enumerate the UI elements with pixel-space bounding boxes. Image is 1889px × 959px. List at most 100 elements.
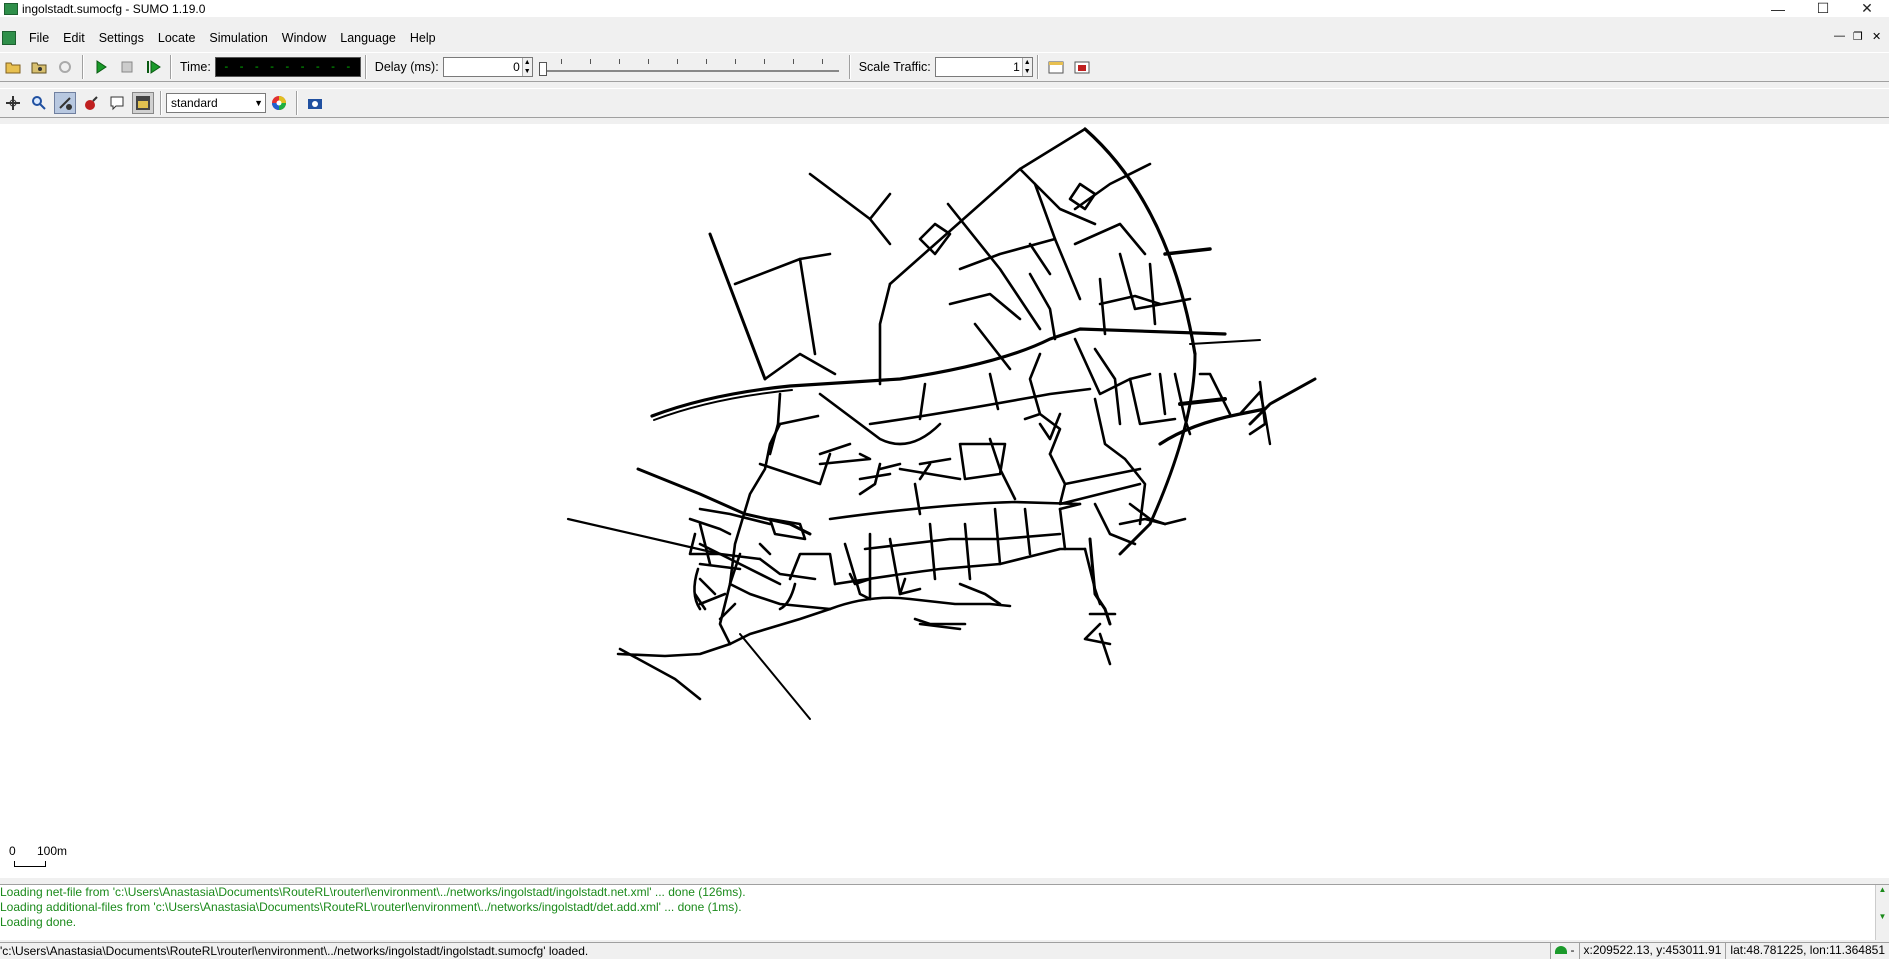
scale-spin-arrows-icon[interactable]: ▲ ▼ bbox=[1021, 58, 1032, 76]
run-icon[interactable] bbox=[90, 56, 112, 78]
road-edge bbox=[798, 257, 817, 356]
delay-slider-thumb[interactable] bbox=[538, 62, 547, 76]
road-edge bbox=[1093, 502, 1137, 546]
road-edge bbox=[688, 517, 732, 536]
road-edge bbox=[878, 282, 892, 386]
road-edge bbox=[828, 500, 1082, 521]
view-scheme-select[interactable]: standard ▼ bbox=[166, 93, 266, 113]
road-edge bbox=[1258, 390, 1272, 446]
road-edge bbox=[828, 596, 1012, 611]
delay-input[interactable] bbox=[443, 58, 522, 76]
delay-label: Delay (ms): bbox=[374, 60, 439, 74]
open-network-icon[interactable] bbox=[28, 56, 50, 78]
road-edge bbox=[1098, 632, 1112, 666]
message-log[interactable]: Loading net-file from 'c:\Users\Anastasi… bbox=[0, 884, 1889, 940]
road-edge bbox=[708, 232, 767, 381]
menu-locate[interactable]: Locate bbox=[151, 28, 203, 48]
road-edge bbox=[1158, 372, 1167, 416]
sumo-app-icon bbox=[4, 2, 18, 15]
maximize-button[interactable]: ☐ bbox=[1806, 0, 1840, 17]
color-wheel-icon[interactable] bbox=[268, 92, 290, 114]
road-edge bbox=[843, 542, 872, 601]
road-edge bbox=[888, 537, 902, 596]
scale-zero-label: 0 bbox=[9, 844, 16, 858]
open-folder-icon[interactable] bbox=[2, 56, 24, 78]
time-label: Time: bbox=[180, 60, 211, 74]
minimize-button[interactable]: — bbox=[1761, 0, 1795, 17]
road-edge bbox=[818, 442, 852, 456]
menu-help[interactable]: Help bbox=[403, 28, 443, 48]
road-edge bbox=[1098, 277, 1107, 336]
chevron-down-icon[interactable]: ▼ bbox=[254, 98, 263, 108]
road-edge bbox=[1028, 352, 1062, 456]
scale-traffic-input[interactable] bbox=[935, 58, 1022, 76]
log-scrollbar[interactable]: ▲ ▼ bbox=[1875, 885, 1889, 940]
road-edge bbox=[1028, 242, 1052, 276]
main-arterial bbox=[650, 327, 1227, 418]
recenter-icon[interactable] bbox=[2, 92, 24, 114]
road-edge bbox=[868, 217, 892, 246]
log-line: Loading done. bbox=[0, 915, 77, 929]
log-line: Loading net-file from 'c:\Users\Anastasi… bbox=[0, 885, 746, 899]
road-edge bbox=[698, 592, 727, 606]
road-edge bbox=[1018, 167, 1097, 226]
road-edge bbox=[1198, 372, 1232, 416]
zoom-icon[interactable] bbox=[28, 92, 50, 114]
road-edge bbox=[698, 562, 742, 571]
latlon-coordinates: lat:48.781225, lon:11.364851 bbox=[1725, 942, 1889, 959]
menu-language[interactable]: Language bbox=[333, 28, 403, 48]
view-toolbar: standard ▼ bbox=[0, 88, 1889, 118]
menu-window[interactable]: Window bbox=[275, 28, 333, 48]
menu-edit[interactable]: Edit bbox=[56, 28, 92, 48]
menu-settings[interactable]: Settings bbox=[92, 28, 151, 48]
mdi-minimize-button[interactable]: — bbox=[1834, 30, 1845, 42]
time-display: - - - - - - - - - - - - - - bbox=[214, 57, 361, 77]
road-edge bbox=[946, 202, 1042, 331]
mdi-restore-button[interactable]: ❐ bbox=[1853, 30, 1863, 43]
delay-spin-arrows-icon[interactable]: ▲ ▼ bbox=[521, 58, 532, 76]
menu-file[interactable]: File bbox=[22, 28, 56, 48]
screenshot-camera-icon[interactable] bbox=[304, 92, 326, 114]
road-edge bbox=[808, 172, 892, 221]
stop-icon[interactable] bbox=[116, 56, 138, 78]
step-icon[interactable] bbox=[142, 56, 164, 78]
road-edge bbox=[918, 222, 952, 256]
log-line: Loading additional-files from 'c:\Users\… bbox=[0, 900, 742, 914]
delay-slider[interactable] bbox=[538, 57, 839, 77]
status-indicator: - bbox=[1549, 942, 1579, 959]
road-edge bbox=[616, 642, 732, 658]
road-edge bbox=[1148, 262, 1157, 326]
road-edge bbox=[1088, 537, 1112, 626]
road-edge bbox=[958, 582, 1002, 606]
road-edge bbox=[1083, 622, 1112, 646]
menu-bar: File Edit Settings Locate Simulation Win… bbox=[0, 28, 1889, 48]
road-edge bbox=[768, 392, 782, 456]
road-edge bbox=[898, 577, 922, 596]
road-edge bbox=[1073, 222, 1147, 256]
road-edge bbox=[778, 414, 820, 426]
delay-spinner[interactable]: ▲▼ bbox=[442, 57, 533, 77]
road-edge bbox=[758, 542, 772, 556]
network-canvas[interactable]: 0 100m bbox=[0, 124, 1889, 878]
road-edge bbox=[993, 507, 1002, 566]
close-button[interactable]: ✕ bbox=[1850, 0, 1884, 17]
road-edge bbox=[958, 237, 1057, 271]
new-3d-view-icon[interactable] bbox=[1071, 56, 1093, 78]
road-edge bbox=[1058, 507, 1067, 551]
tooltip-icon[interactable] bbox=[106, 92, 128, 114]
road-edge bbox=[1189, 339, 1261, 345]
mdi-close-button[interactable]: ✕ bbox=[1872, 30, 1881, 43]
xy-coordinates: x:209522.13, y:453011.91 bbox=[1578, 942, 1726, 959]
road-edge bbox=[1023, 507, 1032, 556]
locate-vehicle-icon[interactable] bbox=[80, 92, 102, 114]
view-scheme-value: standard bbox=[171, 96, 218, 110]
reload-icon[interactable] bbox=[54, 56, 76, 78]
mdi-window-icon[interactable] bbox=[2, 31, 16, 45]
locate-junction-icon[interactable] bbox=[54, 92, 76, 114]
menu-simulation[interactable]: Simulation bbox=[202, 28, 274, 48]
scale-traffic-spinner[interactable]: ▲▼ bbox=[934, 57, 1033, 77]
new-view-icon[interactable] bbox=[1045, 56, 1067, 78]
road-edge bbox=[1073, 162, 1152, 211]
road-edge bbox=[918, 382, 927, 421]
settings-menu-icon[interactable] bbox=[132, 92, 154, 114]
